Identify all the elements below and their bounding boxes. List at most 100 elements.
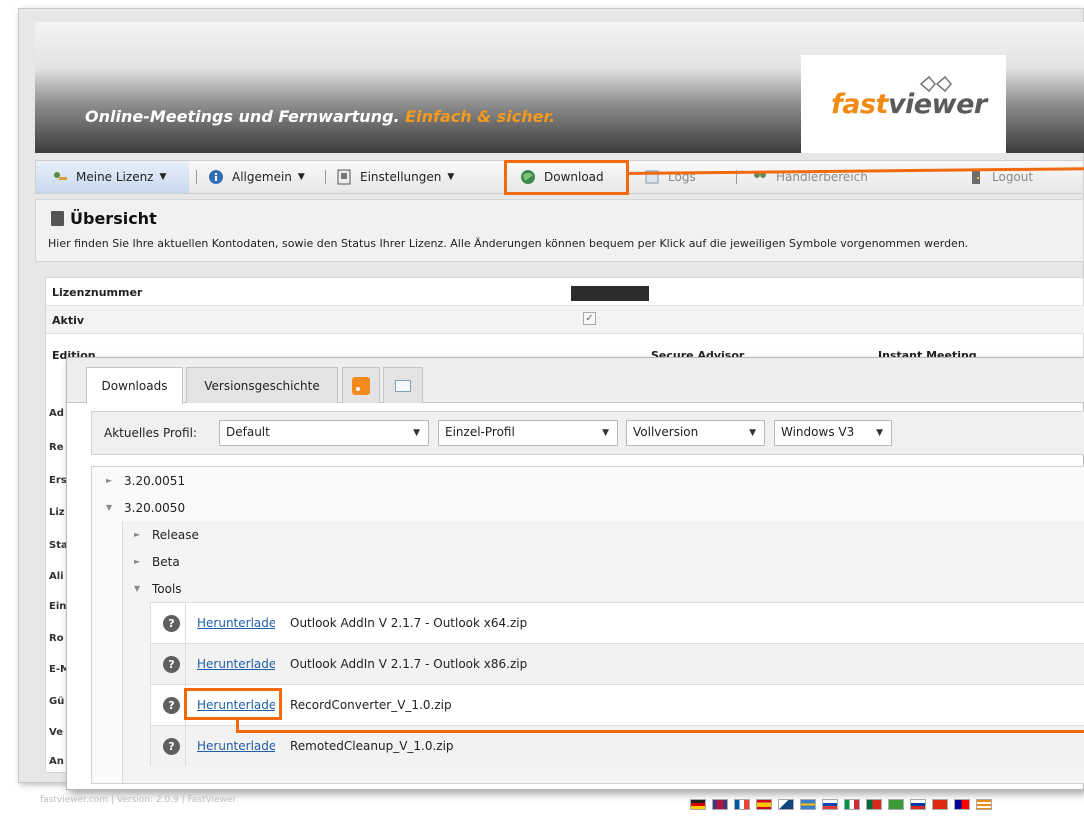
chevron-down-icon: ▼	[106, 503, 113, 512]
flag-br-icon[interactable]	[888, 799, 904, 810]
profile-select[interactable]: Default ▼	[219, 420, 429, 446]
left-label: Ro	[49, 633, 64, 644]
menu-icon[interactable]	[976, 799, 992, 810]
left-label: Sta	[49, 540, 68, 551]
tree-node-version[interactable]: ► 3.20.0051	[106, 467, 185, 494]
version-label: 3.20.0050	[124, 500, 186, 515]
version-tree: ► 3.20.0051 ▼ 3.20.0050 ► Release ► Beta ▼ To…	[91, 466, 1084, 784]
downloads-panel: Downloads Versionsgeschichte Aktuelles P…	[66, 357, 1084, 790]
nav-label: Allgemein	[232, 170, 292, 184]
folder-label: Tools	[152, 581, 182, 596]
settings-icon	[337, 169, 351, 185]
license-row-active: Aktiv ✓	[46, 306, 1084, 334]
flag-it-icon[interactable]	[844, 799, 860, 810]
callout-line	[236, 730, 1084, 733]
file-row: ? Herunterladen Outlook AddIn V 2.1.7 - …	[150, 602, 1084, 643]
chevron-down-icon: ▼	[876, 428, 883, 438]
nav-allgemein[interactable]: Allgemein ▼	[208, 161, 305, 193]
download-link[interactable]: Herunterladen	[197, 616, 275, 630]
nav-haendlerbereich[interactable]: Händlerbereich	[752, 161, 868, 193]
left-label: Ali	[49, 571, 64, 582]
overview-description: Hier finden Sie Ihre aktuellen Kontodate…	[48, 237, 969, 250]
file-name: RemotedCleanup_V_1.0.zip	[290, 739, 454, 753]
chevron-down-icon: ▼	[297, 172, 305, 182]
tree-node-beta[interactable]: ► Beta	[134, 548, 180, 575]
tree-node-version[interactable]: ▼ 3.20.0050	[106, 494, 185, 521]
flag-se-icon[interactable]	[800, 799, 816, 810]
file-row: ? Herunterladen RecordConverter_V_1.0.zi…	[150, 684, 1084, 725]
fastviewer-logo[interactable]: fastviewer	[801, 55, 1006, 153]
select-value: Windows V3	[781, 425, 855, 439]
select-value: Default	[226, 425, 270, 439]
folder-label: Release	[152, 527, 199, 542]
tree-node-release[interactable]: ► Release	[134, 521, 199, 548]
help-icon[interactable]: ?	[163, 738, 180, 755]
flag-pt-icon[interactable]	[866, 799, 882, 810]
help-icon[interactable]: ?	[163, 656, 180, 673]
screenshot-frame: Online-Meetings und Fernwartung. Einfach…	[0, 0, 1084, 836]
tab-rss[interactable]	[342, 367, 380, 403]
chevron-down-icon: ▼	[134, 584, 141, 593]
tab-label: Downloads	[101, 379, 168, 393]
chevron-down-icon: ▼	[749, 428, 756, 438]
left-label: Gü	[49, 696, 65, 707]
tab-bar: Downloads Versionsgeschichte	[67, 358, 1084, 404]
left-label: Ad	[49, 408, 64, 419]
download-link[interactable]: Herunterladen	[197, 739, 275, 753]
flag-sk-icon[interactable]	[822, 799, 838, 810]
flag-de-icon[interactable]	[690, 799, 706, 810]
chevron-right-icon: ►	[134, 530, 141, 539]
footer-text: fastviewer.com | Version: 2.0.9 | FastVi…	[40, 795, 237, 805]
download-link[interactable]: Herunterladen	[197, 657, 275, 671]
flag-cz-icon[interactable]	[778, 799, 794, 810]
row-divider	[185, 603, 186, 643]
overview-icon	[51, 211, 64, 226]
logo-text: fastviewer	[831, 89, 987, 120]
chevron-down-icon: ▼	[447, 172, 455, 182]
left-label: An	[49, 756, 64, 767]
profile-filter-bar: Aktuelles Profil: Default ▼ Einzel-Profil…	[91, 411, 1084, 455]
platform-select[interactable]: Windows V3 ▼	[774, 420, 892, 446]
nav-logout[interactable]: Logout	[968, 161, 1033, 193]
tab-label: Versionsgeschichte	[204, 378, 320, 393]
rss-icon	[352, 376, 370, 395]
help-icon[interactable]: ?	[163, 615, 180, 632]
flag-es-icon[interactable]	[756, 799, 772, 810]
chevron-right-icon: ►	[134, 557, 141, 566]
tab-downloads[interactable]: Downloads	[86, 367, 183, 404]
license-row-number: Lizenznummer	[46, 278, 1084, 306]
file-name: RecordConverter_V_1.0.zip	[290, 698, 452, 712]
tree-node-tools[interactable]: ▼ Tools	[134, 575, 182, 602]
left-label: Ein	[49, 601, 67, 612]
left-label: Ve	[49, 727, 63, 738]
nav-divider	[325, 170, 326, 184]
flag-tw-icon[interactable]	[954, 799, 970, 810]
flag-cn-icon[interactable]	[932, 799, 948, 810]
flag-ru-icon[interactable]	[910, 799, 926, 810]
profile-type-select[interactable]: Einzel-Profil ▼	[438, 420, 618, 446]
slogan-text: Online-Meetings und Fernwartung.	[85, 107, 400, 126]
tab-versionsgeschichte[interactable]: Versionsgeschichte	[186, 367, 338, 403]
row-divider	[185, 644, 186, 684]
tab-mail[interactable]	[383, 367, 423, 403]
active-checkbox[interactable]: ✓	[583, 312, 596, 325]
nav-logs[interactable]: Logs	[644, 161, 696, 193]
overview-panel: Übersicht Hier finden Sie Ihre aktuellen…	[35, 199, 1084, 262]
version-type-select[interactable]: Vollversion ▼	[626, 420, 765, 446]
nav-meine-lizenz[interactable]: Meine Lizenz ▼	[36, 161, 189, 193]
help-icon[interactable]: ?	[163, 697, 180, 714]
nav-einstellungen[interactable]: Einstellungen ▼	[336, 161, 454, 193]
slogan-accent: Einfach & sicher.	[405, 107, 556, 126]
flag-fr-icon[interactable]	[734, 799, 750, 810]
key-users-icon	[54, 172, 67, 180]
page-title: Übersicht	[51, 209, 157, 228]
header-slogan: Online-Meetings und Fernwartung. Einfach…	[85, 107, 555, 126]
left-label: Re	[49, 442, 64, 453]
select-value: Vollversion	[633, 425, 699, 439]
overview-title-text: Übersicht	[70, 209, 157, 228]
profile-label: Aktuelles Profil:	[104, 426, 197, 440]
logo-viewer: viewer	[887, 89, 987, 120]
download-nav-highlight	[504, 160, 629, 195]
row-label: Aktiv	[52, 314, 85, 327]
flag-gb-icon[interactable]	[712, 799, 728, 810]
